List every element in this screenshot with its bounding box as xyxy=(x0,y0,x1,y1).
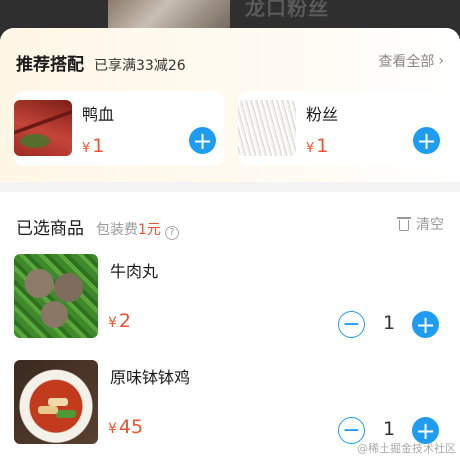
recommend-section: 推荐搭配 已享满33减26 查看全部 › 鸭血 ¥1 + 粉丝 ¥1 + xyxy=(0,28,460,182)
quantity-value: 1 xyxy=(382,312,396,334)
trash-icon xyxy=(397,217,411,231)
packing-fee-amount: 1元 xyxy=(138,222,161,238)
discount-text: 已享满33减26 xyxy=(94,58,186,74)
cart-sheet: 推荐搭配 已享满33减26 查看全部 › 鸭血 ¥1 + 粉丝 ¥1 + 已选商… xyxy=(0,28,460,460)
recommend-title: 推荐搭配 xyxy=(16,55,84,75)
minus-icon: − xyxy=(342,417,361,443)
decrease-button[interactable]: − xyxy=(338,311,365,338)
plus-icon: + xyxy=(415,416,436,445)
view-all-label: 查看全部 xyxy=(378,54,435,70)
recommend-item-name: 鸭血 xyxy=(82,105,115,124)
cart-item-price: ¥45 xyxy=(108,416,144,438)
plus-icon: + xyxy=(192,126,213,155)
clear-label: 清空 xyxy=(416,217,444,233)
bobo-chicken-image xyxy=(14,360,98,444)
add-button[interactable]: + xyxy=(189,127,216,154)
chevron-right-icon: › xyxy=(438,53,444,69)
cart-item-name: 原味钵钵鸡 xyxy=(110,368,191,387)
info-icon[interactable]: ? xyxy=(164,225,179,240)
clear-cart-button[interactable]: 清空 xyxy=(397,214,444,234)
beef-ball-image xyxy=(14,254,98,338)
recommend-item-price: ¥1 xyxy=(306,135,329,157)
recommend-header: 推荐搭配 已享满33减26 xyxy=(16,50,186,75)
cart-item: 原味钵钵鸡 ¥45 − 1 + xyxy=(0,360,460,448)
selected-header: 已选商品 包装费 1元 ? xyxy=(16,214,179,240)
quantity-stepper: − 1 + xyxy=(338,311,440,339)
recommend-item-price: ¥1 xyxy=(82,135,105,157)
selected-title: 已选商品 xyxy=(16,219,84,239)
recommend-item-name: 粉丝 xyxy=(306,105,339,124)
recommend-card[interactable]: 粉丝 ¥1 + xyxy=(238,91,448,166)
plus-icon: + xyxy=(416,126,437,155)
duck-blood-image xyxy=(14,100,72,156)
vermicelli-image xyxy=(238,100,296,156)
add-button[interactable]: + xyxy=(413,127,440,154)
cart-item-price: ¥2 xyxy=(108,310,132,332)
view-all-link[interactable]: 查看全部 › xyxy=(378,51,444,71)
cart-item: 牛肉丸 ¥2 − 1 + xyxy=(0,254,460,342)
minus-icon: − xyxy=(342,311,361,337)
recommend-card[interactable]: 鸭血 ¥1 + xyxy=(14,91,224,166)
quantity-value: 1 xyxy=(382,418,396,440)
store-name: 龙口粉丝 xyxy=(245,0,329,20)
cart-item-name: 牛肉丸 xyxy=(110,262,159,281)
packing-fee-label: 包装费 xyxy=(96,222,138,238)
plus-icon: + xyxy=(415,310,436,339)
section-divider xyxy=(0,182,460,192)
watermark: @稀土掘金技术社区 xyxy=(357,442,456,455)
increase-button[interactable]: + xyxy=(412,311,439,338)
